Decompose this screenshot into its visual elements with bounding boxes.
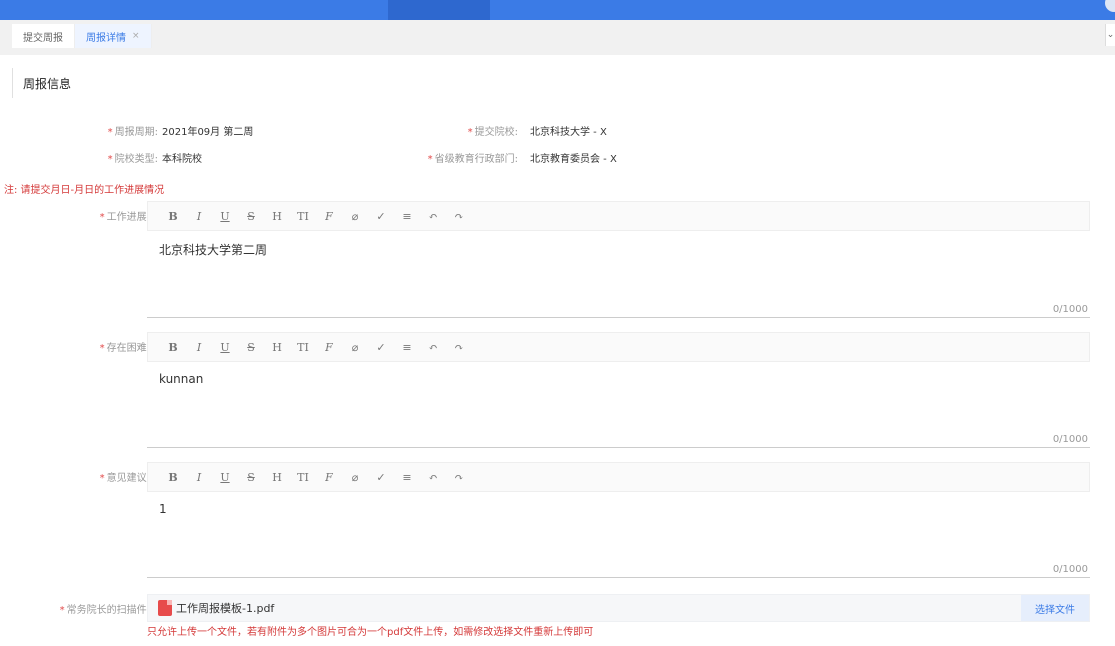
brush-icon[interactable]: ✓: [368, 210, 394, 223]
suggestion-editor[interactable]: B I U S H TI F ⌀ ✓ ≡ ↶ ↷ 1 0/1000: [147, 462, 1090, 578]
italic-button[interactable]: I: [186, 210, 212, 223]
chevron-down-icon[interactable]: ⌄: [1105, 24, 1115, 46]
strikethrough-button[interactable]: S: [238, 341, 264, 354]
upload-hint: 只允许上传一个文件，若有附件为多个图片可合为一个pdf文件上传，如需修改选择文件…: [147, 627, 594, 638]
dept-row: * 省级教育行政部门: 北京教育委员会 - X: [400, 149, 617, 165]
heading-button[interactable]: H: [264, 210, 290, 223]
editor-content[interactable]: 北京科技大学第二周 0/1000: [147, 231, 1090, 317]
bold-button[interactable]: B: [160, 471, 186, 484]
tab-label: 周报详情: [86, 32, 126, 44]
required-mark: *: [107, 153, 113, 165]
font-button[interactable]: F: [316, 471, 342, 484]
required-mark: *: [99, 473, 105, 484]
required-mark: *: [99, 343, 105, 354]
redo-icon[interactable]: ↷: [446, 341, 472, 354]
heading-button[interactable]: H: [264, 341, 290, 354]
italic-button[interactable]: I: [186, 471, 212, 484]
strikethrough-button[interactable]: S: [238, 471, 264, 484]
progress-editor[interactable]: B I U S H TI F ⌀ ✓ ≡ ↶ ↷ 北京科技大学第二周 0/100…: [147, 201, 1090, 318]
redo-icon[interactable]: ↷: [446, 210, 472, 223]
char-counter: 0/1000: [1052, 564, 1088, 575]
editor-text: 北京科技大学第二周: [159, 243, 268, 257]
font-button[interactable]: F: [316, 210, 342, 223]
brush-icon[interactable]: ✓: [368, 471, 394, 484]
required-mark: *: [107, 126, 113, 138]
undo-icon[interactable]: ↶: [420, 341, 446, 354]
dept-label: 省级教育行政部门:: [434, 153, 518, 165]
uploaded-file-name[interactable]: 工作周报模板-1.pdf: [176, 600, 274, 616]
suggestion-label: 意见建议:: [106, 473, 150, 484]
type-value: 本科院校: [162, 153, 202, 165]
editor-toolbar: B I U S H TI F ⌀ ✓ ≡ ↶ ↷: [147, 201, 1090, 231]
upload-label: 常务院长的扫描件:: [66, 605, 150, 616]
font-size-button[interactable]: TI: [290, 471, 316, 484]
font-size-button[interactable]: TI: [290, 210, 316, 223]
difficulty-editor[interactable]: B I U S H TI F ⌀ ✓ ≡ ↶ ↷ kunnan 0/1000: [147, 332, 1090, 448]
file-upload-field[interactable]: 工作周报模板-1.pdf 选择文件: [147, 594, 1090, 622]
progress-label: 工作进展:: [106, 212, 150, 223]
close-icon[interactable]: ×: [132, 31, 140, 41]
underline-button[interactable]: U: [212, 210, 238, 223]
editor-content[interactable]: kunnan 0/1000: [147, 362, 1090, 447]
redo-icon[interactable]: ↷: [446, 471, 472, 484]
difficulty-label: 存在困难:: [106, 343, 150, 354]
align-icon[interactable]: ≡: [394, 341, 420, 354]
font-size-button[interactable]: TI: [290, 341, 316, 354]
tab-bar: 提交周报 周报详情 ×: [12, 24, 152, 48]
type-row: * 院校类型: 本科院校: [70, 149, 202, 165]
editor-text: 1: [159, 502, 167, 516]
required-mark: *: [99, 212, 105, 223]
heading-button[interactable]: H: [264, 471, 290, 484]
editor-toolbar: B I U S H TI F ⌀ ✓ ≡ ↶ ↷: [147, 462, 1090, 492]
top-nav-active-item[interactable]: [388, 0, 490, 20]
editor-text: kunnan: [159, 372, 204, 386]
editor-toolbar: B I U S H TI F ⌀ ✓ ≡ ↶ ↷: [147, 332, 1090, 362]
clear-format-icon[interactable]: ⌀: [342, 471, 368, 484]
top-navbar: [0, 0, 1115, 20]
clear-format-icon[interactable]: ⌀: [342, 341, 368, 354]
align-icon[interactable]: ≡: [394, 210, 420, 223]
align-icon[interactable]: ≡: [394, 471, 420, 484]
strikethrough-button[interactable]: S: [238, 210, 264, 223]
editor-content[interactable]: 1 0/1000: [147, 492, 1090, 577]
school-label: 提交院校:: [474, 126, 518, 138]
underline-button[interactable]: U: [212, 341, 238, 354]
tab-label: 提交周报: [23, 32, 63, 44]
font-button[interactable]: F: [316, 341, 342, 354]
week-value: 2021年09月 第二周: [162, 126, 254, 138]
bold-button[interactable]: B: [160, 341, 186, 354]
school-value: 北京科技大学 - X: [530, 126, 607, 138]
required-mark: *: [427, 153, 433, 165]
char-counter: 0/1000: [1052, 304, 1088, 315]
required-mark: *: [467, 126, 473, 138]
italic-button[interactable]: I: [186, 341, 212, 354]
notice-text: 注: 请提交月日-月日的工作进展情况: [4, 185, 165, 196]
type-label: 院校类型:: [114, 153, 158, 165]
avatar[interactable]: [1105, 0, 1115, 12]
section-title: 周报信息: [12, 68, 71, 98]
underline-button[interactable]: U: [212, 471, 238, 484]
week-label: 周报周期:: [114, 126, 158, 138]
week-row: * 周报周期: 2021年09月 第二周: [70, 122, 254, 138]
choose-file-button[interactable]: 选择文件: [1021, 595, 1089, 621]
char-counter: 0/1000: [1052, 434, 1088, 445]
tab-report-detail[interactable]: 周报详情 ×: [75, 24, 152, 48]
brush-icon[interactable]: ✓: [368, 341, 394, 354]
required-mark: *: [59, 605, 65, 616]
dept-value: 北京教育委员会 - X: [530, 153, 617, 165]
tab-submit-report[interactable]: 提交周报: [12, 24, 75, 48]
tab-strip: [0, 20, 1115, 55]
pdf-file-icon: [158, 600, 172, 616]
school-row: * 提交院校: 北京科技大学 - X: [400, 122, 607, 138]
bold-button[interactable]: B: [160, 210, 186, 223]
undo-icon[interactable]: ↶: [420, 471, 446, 484]
clear-format-icon[interactable]: ⌀: [342, 210, 368, 223]
undo-icon[interactable]: ↶: [420, 210, 446, 223]
